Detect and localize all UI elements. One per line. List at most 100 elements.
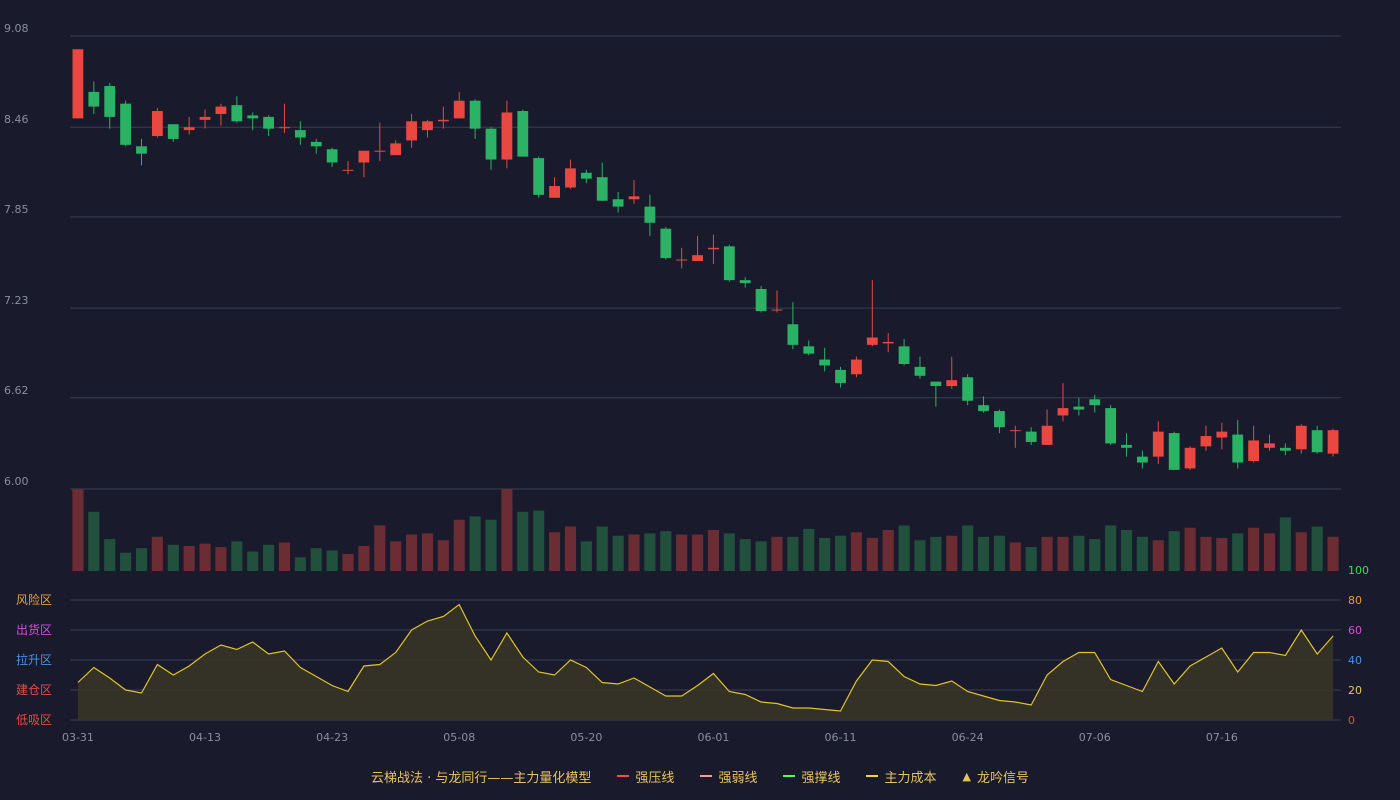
- volume-bar: [120, 552, 132, 571]
- candle-body: [723, 246, 735, 281]
- volume-bar: [342, 553, 354, 571]
- volume-bar: [676, 534, 688, 571]
- legend-label: 主力成本: [884, 770, 937, 786]
- legend-item-dragon-signal[interactable]: ▲ 龙吟信号: [962, 767, 1028, 786]
- candle-body: [279, 127, 290, 129]
- candle-body: [104, 86, 116, 117]
- date-tick-label: 06-24: [952, 731, 984, 744]
- candle-body: [406, 121, 417, 141]
- volume-bar: [1184, 527, 1196, 571]
- date-tick-label: 07-16: [1206, 731, 1238, 744]
- legend-label: 强撑线: [801, 770, 841, 786]
- candle-body: [1216, 431, 1228, 438]
- oscillator-tick-label: 100: [1348, 564, 1369, 577]
- volume-bar: [1120, 530, 1133, 571]
- volume-bar: [914, 540, 926, 571]
- candle-body: [803, 346, 815, 354]
- candle-body: [294, 130, 306, 138]
- candle-body: [1009, 430, 1021, 432]
- candle-body: [819, 359, 831, 366]
- candle-body: [231, 105, 243, 122]
- candle-body: [1025, 431, 1037, 442]
- volume-bar: [1057, 536, 1069, 571]
- solid-line-icon: [783, 775, 796, 777]
- volume-bar: [660, 531, 672, 571]
- volume-bars: [72, 489, 1339, 571]
- candle-body: [946, 380, 958, 387]
- volume-bar: [549, 532, 561, 571]
- candle-body: [628, 196, 640, 200]
- volume-bar: [787, 536, 799, 571]
- volume-bar: [739, 539, 751, 571]
- date-tick-label: 05-08: [443, 731, 475, 744]
- volume-bar: [183, 545, 195, 571]
- candle-body: [1200, 436, 1212, 447]
- legend-label: 龙吟信号: [976, 770, 1029, 786]
- candle-body: [851, 359, 862, 375]
- volume-bar: [946, 535, 958, 571]
- volume-bar: [1279, 517, 1291, 571]
- legend-item-strong-pressure[interactable]: 强压线: [617, 767, 674, 786]
- volume-bar: [755, 541, 767, 571]
- volume-bar: [104, 539, 116, 571]
- volume-bar: [1248, 527, 1260, 571]
- candle-body: [437, 119, 449, 122]
- candle-body: [835, 369, 846, 384]
- candle-body: [1137, 456, 1148, 463]
- candle-body: [898, 346, 910, 364]
- legend-item-strength-line[interactable]: 强弱线: [700, 767, 757, 786]
- candle-body: [1248, 440, 1260, 462]
- volume-bar: [564, 526, 577, 571]
- price-tick-label: 6.00: [4, 475, 29, 488]
- candle-body: [485, 128, 497, 160]
- volume-bar: [834, 535, 847, 571]
- oscillator-tick-label: 60: [1348, 624, 1362, 637]
- volume-bar: [1216, 537, 1228, 571]
- candle-body: [739, 280, 751, 284]
- volume-bar: [421, 533, 434, 571]
- volume-bar: [596, 526, 608, 571]
- volume-bar: [1089, 539, 1101, 571]
- candle-body: [310, 141, 322, 147]
- price-tick-label: 7.85: [4, 203, 29, 216]
- grid-lines: [70, 35, 1341, 721]
- volume-bar: [707, 530, 720, 571]
- candle-body: [390, 143, 402, 156]
- candle-body: [1279, 447, 1291, 451]
- candle-body: [358, 150, 370, 163]
- axis-labels: 9.08 8.46 7.85 7.23 6.62 6.00 100 80 60 40 20 0 风险区出…: [4, 22, 1369, 744]
- candle-body: [120, 103, 132, 145]
- candle-body: [215, 106, 227, 114]
- zone-label: 拉升区: [16, 652, 52, 667]
- candle-body: [1073, 406, 1085, 410]
- legend-item-strong-support[interactable]: 强撑线: [783, 767, 840, 786]
- oscillator-tick-label: 0: [1348, 714, 1355, 727]
- volume-bar: [771, 536, 783, 571]
- candle-body: [994, 411, 1005, 428]
- volume-bar: [88, 511, 100, 571]
- candle-body: [167, 124, 179, 139]
- candle-body: [660, 228, 672, 259]
- candle-body: [930, 381, 942, 387]
- volume-bar: [628, 534, 640, 571]
- volume-bar: [469, 516, 481, 571]
- candle-body: [1105, 408, 1117, 444]
- volume-bar: [898, 525, 910, 571]
- volume-bar: [1025, 547, 1037, 571]
- legend-title-text: 云梯战法 · 与龙同行——主力量化模型: [371, 770, 592, 786]
- candle-body: [1152, 431, 1164, 457]
- candle-body: [1184, 447, 1196, 469]
- legend-label: 强弱线: [718, 770, 758, 786]
- volume-bar: [1105, 525, 1117, 571]
- legend-item-main-cost[interactable]: 主力成本: [866, 767, 936, 786]
- candle-body: [422, 121, 433, 131]
- volume-bar: [977, 536, 990, 571]
- candle-body: [199, 116, 211, 120]
- price-tick-label: 9.08: [4, 22, 29, 35]
- volume-bar: [1136, 536, 1148, 571]
- dashed-line-icon: [700, 775, 713, 777]
- candle-body: [914, 366, 926, 376]
- volume-bar: [1168, 531, 1180, 571]
- candle-body: [374, 150, 386, 152]
- volume-bar: [803, 528, 815, 571]
